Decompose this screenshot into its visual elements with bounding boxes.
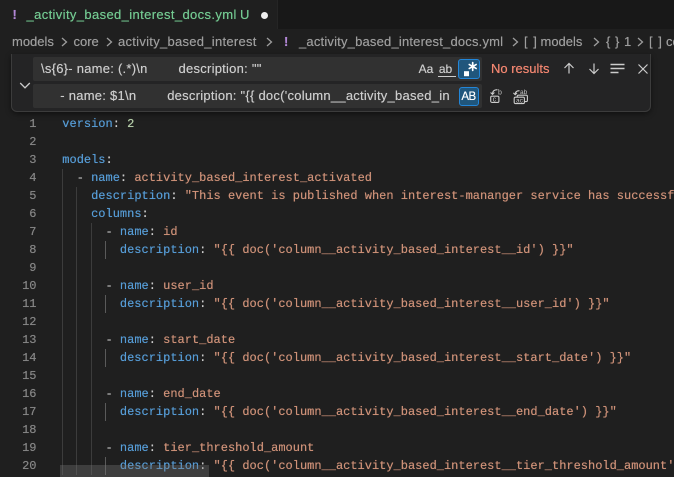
svg-text:ab: ab <box>520 89 528 96</box>
svg-text:ac: ac <box>516 97 524 104</box>
svg-text:c: c <box>493 97 497 104</box>
svg-text:b: b <box>498 89 502 96</box>
